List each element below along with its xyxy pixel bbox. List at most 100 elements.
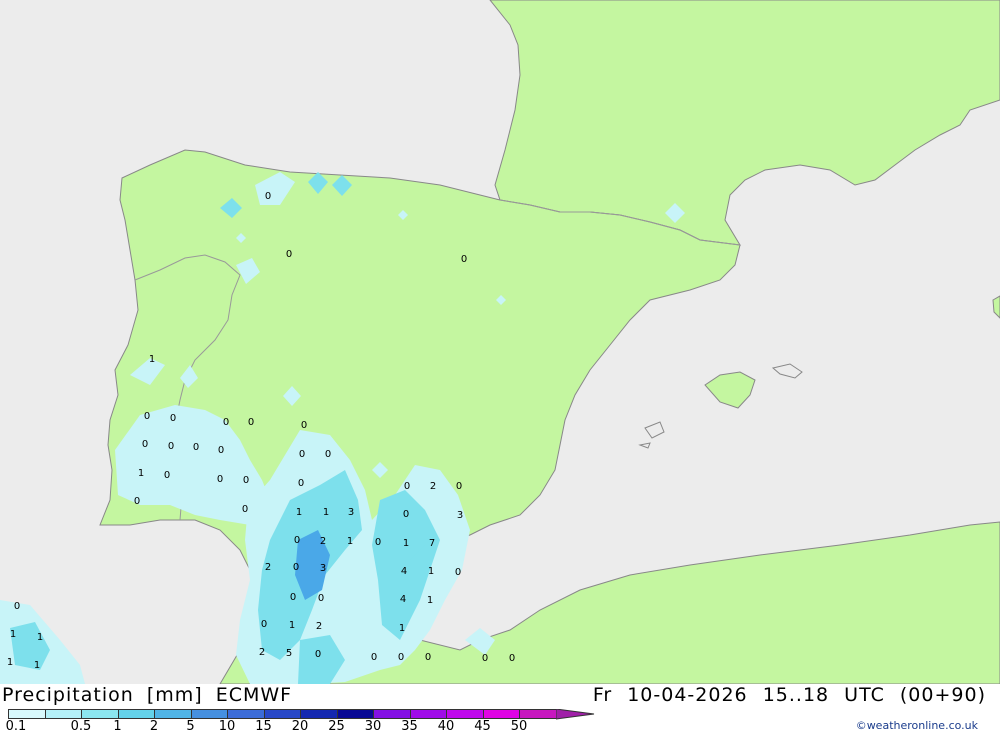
- precip-value-label: 0: [193, 442, 199, 453]
- precip-value-label: 0: [248, 417, 254, 428]
- footer: Precipitation [mm] ECMWF Fr 10-04-2026 1…: [0, 684, 1000, 734]
- datetime-zone: UTC: [844, 684, 885, 706]
- title-product: Precipitation: [2, 684, 134, 706]
- legend-tick-label: 15: [255, 719, 272, 734]
- precip-value-label: 1: [347, 536, 353, 547]
- precip-value-label: 0: [14, 601, 20, 612]
- precip-value-label: 0: [371, 652, 377, 663]
- precip-value-label: 1: [427, 595, 433, 606]
- legend-tick-label: 25: [328, 719, 345, 734]
- precip-value-label: 0: [325, 449, 331, 460]
- map-title: Precipitation [mm] ECMWF: [2, 684, 298, 706]
- legend-swatch: [227, 709, 265, 719]
- precip-value-label: 1: [7, 657, 13, 668]
- legend-arrow: [555, 709, 594, 720]
- precip-value-label: 0: [375, 537, 381, 548]
- precip-value-label: 2: [430, 481, 436, 492]
- precip-value-label: 0: [404, 481, 410, 492]
- precip-value-label: 4: [400, 594, 406, 605]
- legend-swatch: [263, 709, 301, 719]
- precip-value-label: 1: [149, 354, 155, 365]
- precip-value-label: 0: [301, 420, 307, 431]
- datetime-day: Fr: [592, 684, 613, 706]
- precip-value-label: 1: [10, 629, 16, 640]
- legend-swatch: [8, 709, 46, 719]
- precip-value-label: 1: [428, 566, 434, 577]
- datetime-date: 10-04-2026: [627, 684, 748, 706]
- precip-value-label: 2: [320, 536, 326, 547]
- credit-link[interactable]: ©weatheronline.co.uk: [856, 719, 978, 732]
- legend-swatch: [482, 709, 520, 719]
- legend-tick-label: 40: [437, 719, 455, 734]
- precip-value-label: 0: [461, 254, 467, 265]
- precip-value-label: 0: [265, 191, 271, 202]
- precip-value-label: 0: [398, 652, 404, 663]
- legend-swatch: [117, 709, 155, 719]
- legend-swatch: [373, 709, 411, 719]
- legend-swatch: [519, 709, 557, 719]
- precip-value-label: 0: [482, 653, 488, 664]
- legend-swatch: [446, 709, 484, 719]
- precip-value-label: 3: [348, 507, 354, 518]
- datetime-run: (00+90): [899, 684, 986, 706]
- precip-value-label: 0: [218, 445, 224, 456]
- legend-swatch: [190, 709, 228, 719]
- datetime-hours: 15..18: [762, 684, 830, 706]
- precip-value-label: 2: [265, 562, 271, 573]
- precip-value-label: 0: [170, 413, 176, 424]
- precip-value-label: 0: [318, 593, 324, 604]
- precip-value-label: 1: [138, 468, 144, 479]
- title-model: ECMWF: [215, 684, 293, 706]
- precip-value-label: 0: [286, 249, 292, 260]
- legend-tick-label: 10: [218, 719, 236, 734]
- precip-value-label: 0: [243, 475, 249, 486]
- precip-value-label: 0: [242, 504, 248, 515]
- precip-value-label: 0: [298, 478, 304, 489]
- legend-tick-label: 0.1: [5, 719, 27, 734]
- precip-value-label: 7: [429, 538, 435, 549]
- precip-value-label: 3: [457, 510, 463, 521]
- precip-value-label: 0: [315, 649, 321, 660]
- legend-swatch: [81, 709, 119, 719]
- legend-swatch: [44, 709, 82, 719]
- precip-value-label: 2: [259, 647, 265, 658]
- legend-tick-label: 2: [149, 719, 159, 734]
- precip-value-label: 0: [455, 567, 461, 578]
- legend-swatch: [336, 709, 374, 719]
- precip-value-label: 0: [456, 481, 462, 492]
- precip-value-label: 0: [425, 652, 431, 663]
- precip-value-label: 1: [323, 507, 329, 518]
- legend-tick-label: 35: [401, 719, 418, 734]
- precip-value-label: 1: [403, 538, 409, 549]
- precip-value-label: 1: [34, 660, 40, 671]
- legend-swatch: [154, 709, 192, 719]
- precip-value-label: 0: [168, 441, 174, 452]
- precip-value-label: 4: [401, 566, 407, 577]
- precip-value-label: 1: [289, 620, 295, 631]
- legend-tick-label: 45: [474, 719, 491, 734]
- legend-tick-label: 50: [510, 719, 528, 734]
- precip-value-label: 1: [296, 507, 302, 518]
- precip-value-label: 0: [261, 619, 267, 630]
- precip-value-label: 1: [399, 623, 405, 634]
- precip-value-label: 0: [134, 496, 140, 507]
- precip-value-label: 0: [293, 562, 299, 573]
- precip-value-label: 0: [509, 653, 515, 664]
- precip-value-label: 1: [37, 632, 43, 643]
- legend-tick-label: 30: [364, 719, 382, 734]
- legend-swatch: [300, 709, 338, 719]
- legend-tick-label: 1: [113, 719, 122, 734]
- precip-value-label: 0: [144, 411, 150, 422]
- forecast-datetime: Fr 10-04-2026 15..18 UTC (00+90): [585, 684, 986, 706]
- legend-tick-label: 20: [291, 719, 309, 734]
- precip-value-label: 0: [164, 470, 170, 481]
- title-unit: [mm]: [146, 684, 203, 706]
- precipitation-map: 0 0 0 0 1 0 0 0 0 0 0 0 0 0 0 1 0 0 0 0 0 0 2 0 0 1 1 3 0 3 0 2 1 0 1 7 2 0 3 4…: [0, 0, 1000, 684]
- precip-value-label: 0: [294, 535, 300, 546]
- legend-swatch: [409, 709, 447, 719]
- precip-value-label: 0: [403, 509, 409, 520]
- precip-value-label: 0: [223, 417, 229, 428]
- precip-value-label: 0: [290, 592, 296, 603]
- precip-value-label: 0: [299, 449, 305, 460]
- precip-value-label: 0: [142, 439, 148, 450]
